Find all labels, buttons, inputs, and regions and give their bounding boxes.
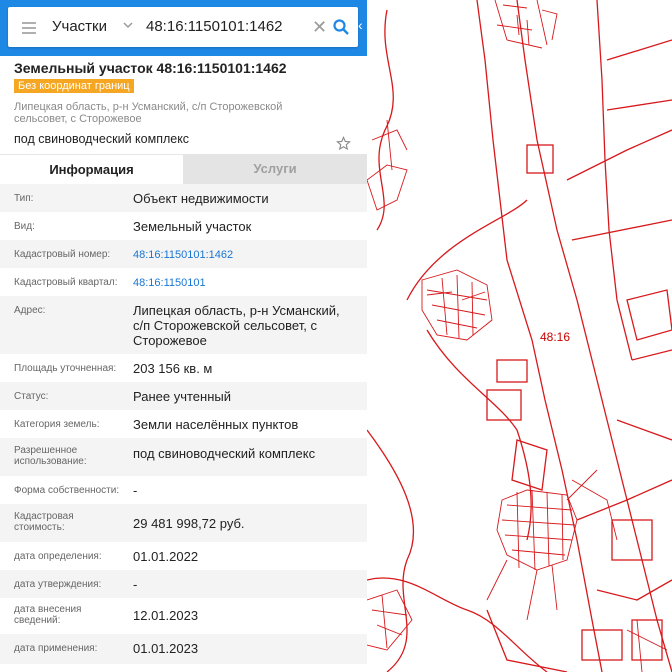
tab-services[interactable]: Услуги <box>183 154 367 184</box>
row-label: Кадастровый номер: <box>14 249 111 260</box>
table-row: Кадастровый квартал: 48:16:1150101 <box>0 268 367 296</box>
row-label: Адрес: <box>14 305 46 316</box>
info-panel: Участки 48:16:1150101:1462 ✕ ‹ Земельный… <box>0 0 367 672</box>
table-row: Категория земель: Земли населённых пункт… <box>0 410 367 438</box>
row-value: Липецкая область, р-н Усманский, с/п Сто… <box>133 303 340 348</box>
chevron-left-icon: ‹ <box>358 17 363 33</box>
row-value: - <box>133 483 138 498</box>
search-icon[interactable] <box>332 18 350 36</box>
parcel-header: Земельный участок 48:16:1150101:1462 Без… <box>14 60 359 146</box>
row-value: 12.01.2023 <box>133 608 199 623</box>
parcel-purpose: под свиноводческий комплекс <box>14 132 190 146</box>
row-value: 01.01.2022 <box>133 549 199 564</box>
tabs: Информация Услуги <box>0 154 367 185</box>
table-row: Тип: Объект недвижимости <box>0 184 367 212</box>
row-value: - <box>133 577 138 592</box>
table-row: Вид: Земельный участок <box>0 212 367 240</box>
table-row: Форма собственности: - <box>0 476 367 504</box>
table-row: Адрес: Липецкая область, р-н Усманский, … <box>0 296 367 354</box>
row-label: Статус: <box>14 391 49 402</box>
row-label: Форма собственности: <box>14 485 120 496</box>
table-row: дата определения: 01.01.2022 <box>0 542 367 570</box>
row-value: 01.01.2023 <box>133 641 199 656</box>
row-label: Площадь уточненная: <box>14 363 117 374</box>
row-label: дата определения: <box>14 551 102 562</box>
search-bar: Участки 48:16:1150101:1462 ✕ ‹ <box>0 0 367 56</box>
parcel-title: Земельный участок 48:16:1150101:1462 <box>14 60 287 76</box>
row-label: Вид: <box>14 221 35 232</box>
table-row: Кадастровая стоимость: 29 481 998,72 руб… <box>0 504 367 542</box>
table-row: Разрешенное использование: под свиноводч… <box>0 438 367 476</box>
row-label: дата применения: <box>14 643 98 654</box>
row-value: под свиноводческий комплекс <box>133 446 316 461</box>
star-icon[interactable] <box>336 136 351 151</box>
row-label: Кадастровый квартал: <box>14 277 118 288</box>
row-value: Объект недвижимости <box>133 191 269 206</box>
tab-info[interactable]: Информация <box>0 154 183 185</box>
search-input[interactable]: 48:16:1150101:1462 <box>146 18 283 35</box>
table-row: дата утверждения: - <box>0 570 367 598</box>
map-boundaries <box>367 0 672 672</box>
cadastral-map[interactable]: 48:16 <box>367 0 672 672</box>
map-quarter-label: 48:16 <box>540 330 571 344</box>
row-label: Кадастровая стоимость: <box>14 511 74 533</box>
status-badge: Без координат границ <box>14 79 134 93</box>
info-table: Тип: Объект недвижимости Вид: Земельный … <box>0 184 367 664</box>
chevron-down-icon[interactable] <box>123 20 133 30</box>
row-value: 29 481 998,72 руб. <box>133 516 245 531</box>
row-label: дата утверждения: <box>14 579 102 590</box>
table-row: Площадь уточненная: 203 156 кв. м <box>0 354 367 382</box>
table-row: Статус: Ранее учтенный <box>0 382 367 410</box>
row-label: дата внесения сведений: <box>14 604 82 626</box>
row-value: Земельный участок <box>133 219 252 234</box>
cadastral-quarter-link[interactable]: 48:16:1150101 <box>133 276 353 291</box>
row-value: 203 156 кв. м <box>133 361 213 376</box>
row-value: Земли населённых пунктов <box>133 417 299 432</box>
row-value: Ранее учтенный <box>133 389 231 404</box>
close-icon[interactable]: ✕ <box>312 17 327 37</box>
menu-icon[interactable] <box>22 20 36 34</box>
search-box: Участки 48:16:1150101:1462 ✕ <box>8 7 358 47</box>
row-label: Разрешенное использование: <box>14 445 87 467</box>
table-row: дата применения: 01.01.2023 <box>0 634 367 664</box>
object-type-select[interactable]: Участки <box>52 18 107 35</box>
collapse-panel-button[interactable]: ‹ <box>358 0 367 56</box>
table-row: дата внесения сведений: 12.01.2023 <box>0 598 367 634</box>
table-row: Кадастровый номер: 48:16:1150101:1462 <box>0 240 367 268</box>
parcel-address: Липецкая область, р-н Усманский, с/п Сто… <box>14 101 283 125</box>
cadastral-number-link[interactable]: 48:16:1150101:1462 <box>133 248 353 263</box>
row-label: Тип: <box>14 193 34 204</box>
row-label: Категория земель: <box>14 419 100 430</box>
